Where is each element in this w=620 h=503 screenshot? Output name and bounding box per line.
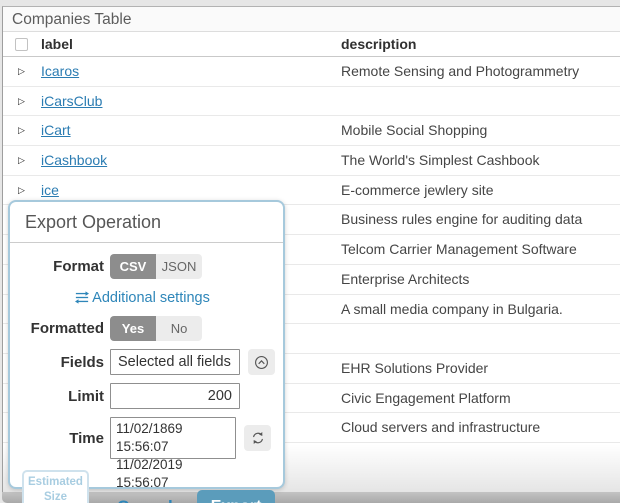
company-description: Mobile Social Shopping: [341, 116, 487, 146]
expand-caret-icon[interactable]: ▷: [18, 87, 25, 117]
limit-input[interactable]: [110, 383, 240, 409]
company-label-link[interactable]: iCashbook: [41, 146, 107, 176]
refresh-time-button[interactable]: [244, 425, 271, 451]
format-row: Format CSV JSON: [14, 254, 271, 279]
cancel-button[interactable]: Cancel: [117, 497, 173, 503]
sliders-icon: [75, 291, 89, 304]
company-label-link[interactable]: Icaros: [41, 57, 79, 87]
formatted-row: Formatted Yes No: [14, 316, 271, 341]
table-row: ▷ Icaros Remote Sensing and Photogrammet…: [3, 57, 620, 87]
time-end-value: 11/02/2019 15:56:07: [116, 456, 230, 492]
time-label: Time: [14, 430, 110, 447]
modal-body: Format CSV JSON Addi: [10, 243, 283, 503]
formatted-label: Formatted: [14, 320, 110, 337]
export-button[interactable]: Export: [197, 490, 276, 503]
formatted-option-yes[interactable]: Yes: [110, 316, 156, 341]
fields-label: Fields: [14, 354, 110, 371]
formatted-option-no[interactable]: No: [156, 316, 202, 341]
column-header-description[interactable]: description: [341, 32, 416, 57]
time-range-input[interactable]: 11/02/1869 15:56:07 11/02/2019 15:56:07: [110, 417, 236, 459]
expand-caret-icon[interactable]: ▷: [18, 146, 25, 176]
modal-title: Export Operation: [10, 202, 283, 243]
additional-settings-link[interactable]: Additional settings: [75, 290, 210, 306]
format-option-csv[interactable]: CSV: [110, 254, 156, 279]
company-description: E-commerce jewlery site: [341, 176, 493, 206]
company-description: EHR Solutions Provider: [341, 354, 488, 384]
expand-caret-icon[interactable]: ▷: [18, 116, 25, 146]
table-row: ▷ iCarsClub: [3, 87, 620, 117]
company-label-link[interactable]: iCart: [41, 116, 71, 146]
company-label-link[interactable]: iCarsClub: [41, 87, 102, 117]
format-toggle: CSV JSON: [110, 254, 202, 279]
company-description: Remote Sensing and Photogrammetry: [341, 57, 579, 87]
company-description: Enterprise Architects: [341, 265, 469, 295]
expand-caret-icon[interactable]: ▷: [18, 57, 25, 87]
chevron-circle-up-icon: [254, 355, 269, 370]
time-start-value: 11/02/1869 15:56:07: [116, 420, 230, 456]
refresh-icon: [251, 431, 265, 445]
limit-label: Limit: [14, 388, 110, 405]
estimated-size-caption: Estimated Size: [28, 475, 83, 503]
screenshot-frame: Companies Table label description ▷ Icar…: [0, 0, 620, 503]
export-operation-modal: Export Operation Format CSV JSON: [8, 200, 285, 489]
company-description: Business rules engine for auditing data: [341, 205, 582, 235]
column-header-label[interactable]: label: [41, 32, 73, 57]
company-description: The World's Simplest Cashbook: [341, 146, 540, 176]
fields-row: Fields: [14, 349, 271, 375]
time-row: Time 11/02/1869 15:56:07 11/02/2019 15:5…: [14, 417, 271, 459]
additional-settings-row: Additional settings: [14, 289, 271, 307]
estimated-size-button: Estimated Size ~410 KB: [22, 470, 89, 503]
company-description: Cloud servers and infrastructure: [341, 413, 540, 443]
format-label: Format: [14, 258, 110, 275]
formatted-toggle: Yes No: [110, 316, 202, 341]
additional-settings-label: Additional settings: [92, 290, 210, 306]
company-description: A small media company in Bulgaria.: [341, 295, 563, 325]
limit-row: Limit: [14, 383, 271, 409]
select-all-checkbox[interactable]: [15, 38, 28, 51]
company-description: Civic Engagement Platform: [341, 384, 511, 414]
fields-input[interactable]: [110, 349, 240, 375]
table-header-row: label description: [3, 32, 620, 57]
format-option-json[interactable]: JSON: [156, 254, 202, 279]
company-description: Telcom Carrier Management Software: [341, 235, 577, 265]
table-row: ▷ iCashbook The World's Simplest Cashboo…: [3, 146, 620, 176]
collapse-fields-button[interactable]: [248, 349, 275, 375]
table-row: ▷ iCart Mobile Social Shopping: [3, 116, 620, 146]
panel-title: Companies Table: [3, 7, 620, 32]
